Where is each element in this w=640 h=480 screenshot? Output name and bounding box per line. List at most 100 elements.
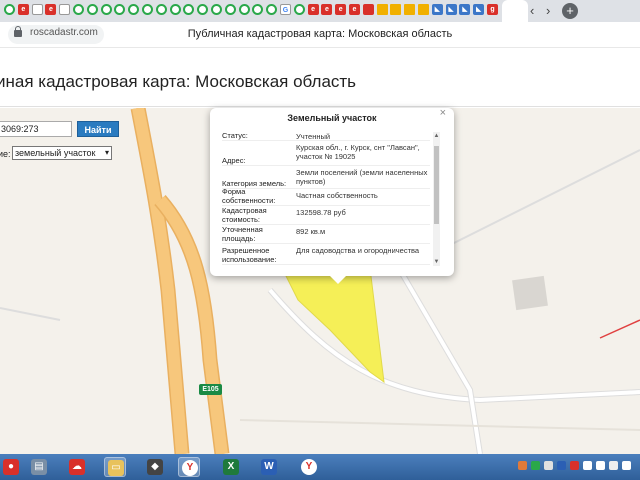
tab-blue-arrow-icon[interactable]: ◣ <box>459 4 471 15</box>
tab-green-o[interactable] <box>128 4 140 15</box>
popup-row-label: Адрес: <box>222 156 246 165</box>
taskbar-yandex-browser-icon[interactable]: Y <box>298 457 320 477</box>
new-tab-button[interactable]: + <box>562 3 578 19</box>
popup-row-value: Учтенный <box>296 132 331 141</box>
tab-green-o[interactable] <box>73 4 84 15</box>
popup-row-label: Уточненная площадь: <box>222 225 263 243</box>
tab-blue-arrow-icon[interactable]: ◣ <box>431 4 443 15</box>
tab-green-o[interactable] <box>211 4 222 15</box>
tray-icon[interactable] <box>518 461 527 470</box>
tab-green-o[interactable] <box>224 4 236 15</box>
tray-icon[interactable] <box>557 461 566 470</box>
tray-icon[interactable] <box>609 461 618 470</box>
tab-green-o[interactable] <box>86 4 98 15</box>
taskbar-yandex-browser-icon[interactable]: Y <box>178 457 200 477</box>
tab-red-g-icon[interactable]: g <box>487 4 498 15</box>
tab-red-letter[interactable]: e <box>335 4 347 15</box>
printer-icon: ▤ <box>31 459 47 475</box>
tab-scroll-right-button[interactable]: › <box>546 1 550 21</box>
popup-row-value: Для садоводства и огородничества <box>296 246 420 255</box>
tab-green-o[interactable] <box>142 4 153 15</box>
tab-scroll-left-button[interactable]: ‹ <box>530 1 534 21</box>
tab-green-o[interactable] <box>293 4 305 15</box>
popup-row: Статус: Учтенный <box>222 130 430 141</box>
taskbar-excel-icon[interactable]: X <box>220 457 242 477</box>
taskbar-media-icon[interactable]: ◆ <box>144 457 166 477</box>
tab-envelope-icon[interactable] <box>376 4 388 15</box>
tab-green-o[interactable] <box>169 4 181 15</box>
address-bar: roscadastr.com Публичная кадастровая кар… <box>0 22 640 48</box>
tab-green-o[interactable] <box>252 4 264 15</box>
folder-icon: ▭ <box>108 460 124 476</box>
object-type-select[interactable]: земельный участок ▾ <box>12 146 112 160</box>
scroll-down-icon[interactable]: ▼ <box>433 259 440 265</box>
building[interactable] <box>512 275 548 311</box>
tab-red-letter[interactable]: e <box>17 4 29 15</box>
tab-envelope-icon[interactable] <box>418 4 429 15</box>
word-icon: W <box>261 459 277 475</box>
popup-row-value: Курская обл., г. Курск, снт "Лавсан", уч… <box>296 143 420 161</box>
tab-red-letter[interactable]: e <box>321 4 333 15</box>
tray-icon[interactable] <box>583 461 592 470</box>
popup-pointer <box>330 276 346 284</box>
popup-row-label: Разрешенное использование: <box>222 246 277 264</box>
page-title: иная кадастровая карта: Московская облас… <box>0 72 357 91</box>
tab-green-o[interactable] <box>114 4 126 15</box>
tab-green-o[interactable] <box>100 4 112 15</box>
taskbar-folder-icon[interactable]: ▭ <box>104 457 126 477</box>
active-tab[interactable] <box>502 0 528 22</box>
taskbar-app-icon-red[interactable]: ● <box>0 457 22 477</box>
tab-envelope-icon[interactable] <box>390 4 402 15</box>
scroll-up-icon[interactable]: ▲ <box>433 133 440 139</box>
taskbar-cloud-icon[interactable]: ☁ <box>66 457 88 477</box>
cadastral-number-input[interactable]: 3069:273 <box>0 121 72 137</box>
cloud-icon: ☁ <box>69 459 85 475</box>
search-button[interactable]: Найти <box>77 121 119 137</box>
popup-row: Разрешенное использование: Для садоводств… <box>222 244 430 265</box>
popup-row-label: Форма собственности: <box>222 187 276 205</box>
tray-icon[interactable] <box>570 461 579 470</box>
tab-green-o[interactable] <box>238 4 250 15</box>
tab-envelope-icon[interactable] <box>404 4 416 15</box>
tab-red-letter[interactable]: e <box>307 4 319 15</box>
selected-land-parcel[interactable] <box>281 267 385 384</box>
object-type-label: ие: <box>0 149 11 159</box>
window-title: Публичная кадастровая карта: Московская … <box>187 28 453 40</box>
road-sign-e105: E105 <box>199 384 222 395</box>
tab-white-doc[interactable] <box>31 4 43 15</box>
tab-blue-arrow-icon[interactable]: ◣ <box>473 4 485 15</box>
popup-row: Уточненная площадь: 892 кв.м <box>222 225 430 244</box>
tab-white-doc[interactable] <box>59 4 71 15</box>
scroll-thumb[interactable] <box>434 146 439 224</box>
tab-green-o[interactable] <box>266 4 278 15</box>
popup-scrollbar[interactable]: ▲ ▼ <box>433 132 440 266</box>
popup-row-value: Земли поселений (земли населенных пункто… <box>296 168 428 186</box>
tab-green-check[interactable] <box>4 4 15 15</box>
tab-red-letter[interactable]: e <box>45 4 57 15</box>
chevron-down-icon: ▾ <box>104 148 109 157</box>
media-icon: ◆ <box>147 459 163 475</box>
taskbar-word-icon[interactable]: W <box>258 457 280 477</box>
tab-green-o[interactable] <box>155 4 167 15</box>
popup-row: Форма собственности: Частная собственност… <box>222 187 430 206</box>
windows-taskbar: ● ▤ ☁ ▭ ◆ Y X W Y <box>0 454 640 480</box>
tab-green-o[interactable] <box>183 4 195 15</box>
taskbar-printer-icon[interactable]: ▤ <box>28 457 50 477</box>
tray-icon[interactable] <box>531 461 540 470</box>
tray-icon[interactable] <box>622 461 631 470</box>
tab-shield-icon[interactable] <box>362 4 374 15</box>
tab-red-letter[interactable]: e <box>349 4 360 15</box>
tab-google-icon[interactable]: G <box>280 4 291 15</box>
tab-blue-arrow-icon[interactable]: ◣ <box>445 4 457 15</box>
popup-row-label: Кадастровая стоимость: <box>222 206 267 224</box>
app-icon-red: ● <box>3 459 19 475</box>
excel-icon: X <box>223 459 239 475</box>
popup-title: Земельный участок <box>287 113 377 123</box>
tray-icon[interactable] <box>596 461 605 470</box>
parcel-info-popup: × Земельный участок Статус: Учтенный Адрес… <box>210 108 454 284</box>
popup-row-value: 892 кв.м <box>296 227 326 236</box>
tray-icon[interactable] <box>544 461 553 470</box>
tab-green-o[interactable] <box>197 4 209 15</box>
browser-tab-strip: ‹ › + e e Ge e e e ◣ ◣ ◣ ◣ g <box>0 0 640 22</box>
track-line-west <box>0 307 61 321</box>
